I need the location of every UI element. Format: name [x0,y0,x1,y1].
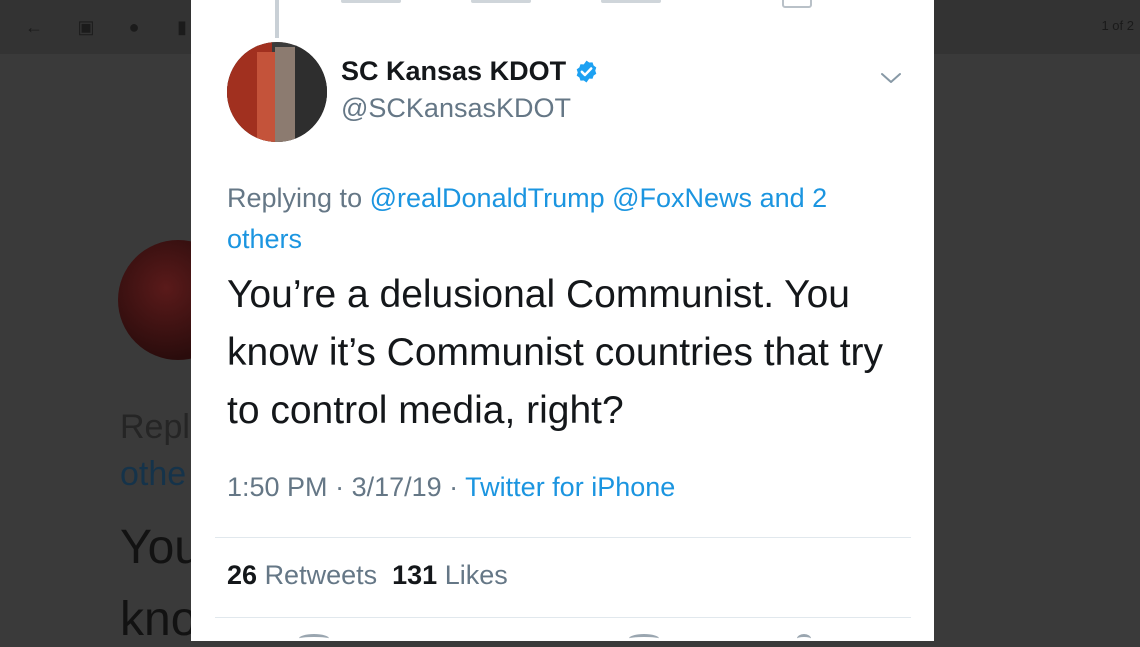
mention-foxnews[interactable]: @FoxNews [612,183,752,213]
chevron-down-icon[interactable] [879,66,903,90]
archive-icon[interactable]: ▣ [76,17,96,37]
mention-realdonaldtrump[interactable]: @realDonaldTrump [370,183,605,213]
likes-count: 131 [392,560,438,590]
replying-prefix: Replying to [227,183,363,213]
likes-label: Likes [444,560,508,590]
display-name[interactable]: SC Kansas KDOT [341,56,566,87]
share-icon[interactable] [782,0,812,8]
likes-stat[interactable]: 131 Likes [392,560,508,590]
trash-icon[interactable]: ▮ [172,17,192,37]
avatar[interactable] [227,42,327,142]
background-reply-text: Repl [120,408,190,446]
divider [215,537,911,538]
alert-icon[interactable]: ● [124,17,144,37]
user-handle[interactable]: @SCKansasKDOT [341,93,571,124]
like-icon[interactable] [629,634,659,643]
tweet-source-link[interactable]: Twitter for iPhone [465,472,675,502]
retweets-label: Retweets [264,560,378,590]
share-action-icon[interactable] [797,634,811,643]
reply-icon[interactable] [299,634,329,643]
verified-badge-icon [576,60,597,83]
tweet-text: You’re a delusional Communist. You know … [227,273,884,432]
divider [215,617,911,618]
tweet-time[interactable]: 1:50 PM [227,472,328,502]
thread-line [275,0,279,38]
retweets-count: 26 [227,560,258,590]
tweet-date[interactable]: 3/17/19 [352,472,442,502]
back-arrow-icon[interactable]: ← [24,17,44,37]
pager-count: 1 of 2 [1101,18,1134,33]
retweets-stat[interactable]: 26 Retweets [227,560,377,590]
tweet-stats: 26 Retweets 131 Likes [227,560,508,591]
tweet-card: SC Kansas KDOT @SCKansasKDOT Replying to… [191,0,934,641]
previous-tweet-actions [341,0,791,4]
background-others-text: othe [120,455,187,493]
replying-to: Replying to @realDonaldTrump @FoxNews an… [227,178,887,260]
background-tweet-text-1: You [120,521,201,574]
background-tweet-text-2: kno [120,593,198,646]
tweet-meta: 1:50 PM · 3/17/19 · Twitter for iPhone [227,472,676,502]
